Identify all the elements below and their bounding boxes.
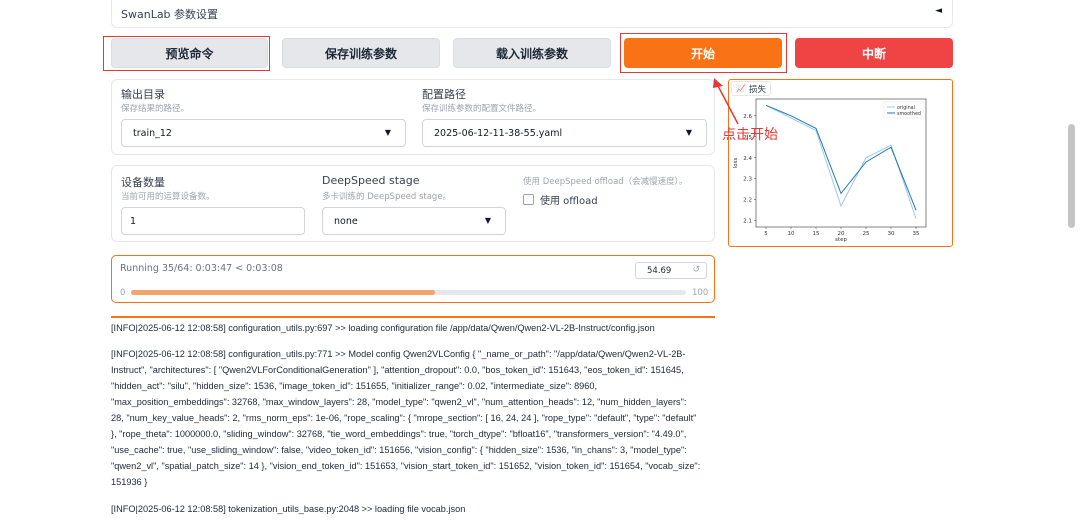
dropdown-arrow-icon: ▼ bbox=[685, 128, 692, 137]
device-count-input[interactable]: 1 bbox=[121, 207, 305, 235]
y-axis-label: loss bbox=[733, 158, 739, 169]
annotation-arrow bbox=[713, 78, 739, 125]
x-axis-label: step bbox=[835, 237, 847, 243]
x-tick-label: 25 bbox=[863, 231, 870, 237]
log-line: "max_position_embeddings": 32768, "max_w… bbox=[111, 397, 687, 407]
y-tick-label: 2.3 bbox=[743, 177, 752, 183]
loss-chart: 5 10 15 20 25 30 352.12.22.32.42.52.6steplosso… bbox=[733, 98, 927, 243]
progress-panel: Running 35/64: 0:03:47 < 0:03:08 54.69 ↺… bbox=[111, 255, 715, 303]
config-path-select[interactable]: 2025-06-12-11-38-55.yaml ▼ bbox=[422, 119, 707, 147]
log-line: "hidden_act": "silu", "hidden_size": 153… bbox=[111, 381, 598, 391]
log-line: [INFO|2025-06-12 12:08:58] tokenization_… bbox=[111, 504, 466, 514]
page-scrollbar[interactable] bbox=[1068, 124, 1075, 228]
progress-fill bbox=[131, 290, 435, 295]
x-tick-label: 35 bbox=[913, 231, 920, 237]
x-tick-label: 15 bbox=[813, 231, 820, 237]
device-count-label: 设备数量 bbox=[121, 176, 165, 189]
highlight-box bbox=[103, 36, 270, 71]
offload-checkbox[interactable] bbox=[523, 194, 534, 205]
progress-min: 0 bbox=[120, 288, 126, 298]
dropdown-arrow-icon: ▼ bbox=[484, 216, 491, 225]
collapse-caret-icon[interactable]: ◄ bbox=[935, 6, 942, 16]
legend-label: smoothed bbox=[897, 111, 921, 117]
accordion-title: SwanLab 参数设置 bbox=[121, 8, 219, 21]
log-line: [INFO|2025-06-12 12:08:58] configuration… bbox=[111, 323, 655, 333]
y-tick-label: 2.2 bbox=[743, 198, 752, 204]
legend-label: original bbox=[897, 105, 915, 111]
x-tick-label: 5 bbox=[764, 231, 768, 237]
progress-track[interactable] bbox=[131, 290, 686, 295]
device-panel: 设备数量 当前可用的运算设备数。 1 DeepSpeed stage 多卡训练的… bbox=[111, 165, 715, 242]
log-line: 151936 } bbox=[111, 477, 148, 487]
log-line: Instruct", "architectures": [ "Qwen2VLFo… bbox=[111, 365, 684, 375]
log-line: }, "rope_theta": 1000000.0, "sliding_win… bbox=[111, 429, 687, 439]
device-count-value: 1 bbox=[130, 216, 137, 227]
log-line: 28, "num_key_value_heads": 2, "rms_norm_… bbox=[111, 413, 697, 423]
log-line: "use_cache": true, "use_sliding_window":… bbox=[111, 445, 687, 455]
save-params-button[interactable]: 保存训练参数 bbox=[282, 38, 440, 68]
output-dir-hint: 保存结果的路径。 bbox=[121, 104, 190, 114]
series-line-smoothed bbox=[765, 104, 917, 211]
series-line-original bbox=[765, 104, 917, 219]
reset-icon[interactable]: ↺ bbox=[692, 265, 700, 275]
deepspeed-value: none bbox=[334, 216, 358, 227]
deepspeed-select[interactable]: none ▼ bbox=[322, 207, 506, 235]
output-dir-label: 输出目录 bbox=[121, 88, 165, 101]
progress-number-box[interactable]: 54.69 ↺ bbox=[635, 262, 707, 279]
config-path-label: 配置路径 bbox=[422, 88, 466, 101]
deepspeed-label: DeepSpeed stage bbox=[322, 174, 420, 187]
output-dir-value: train_12 bbox=[133, 128, 172, 139]
y-tick-label: 2.1 bbox=[743, 219, 752, 225]
log-line: [INFO|2025-06-12 12:08:58] configuration… bbox=[111, 349, 686, 359]
config-path-hint: 保存训练参数的配置文件路径。 bbox=[422, 104, 542, 114]
x-tick-label: 10 bbox=[788, 231, 795, 237]
swanlab-settings-accordion[interactable]: SwanLab 参数设置 ◄ bbox=[111, 0, 953, 28]
log-panel: [INFO|2025-06-12 12:08:58] configuration… bbox=[111, 316, 715, 522]
dropdown-arrow-icon: ▼ bbox=[384, 128, 391, 137]
output-dir-select[interactable]: train_12 ▼ bbox=[121, 119, 406, 147]
log-line: "qwen2_vl", "spatial_patch_size": 14 }, … bbox=[111, 461, 701, 471]
annotation-text: 点击开始 bbox=[722, 127, 778, 143]
progress-max: 100 bbox=[692, 288, 709, 298]
stop-button[interactable]: 中断 bbox=[795, 38, 953, 68]
deepspeed-hint: 多卡训练的 DeepSpeed stage。 bbox=[322, 192, 452, 202]
training-page: SwanLab 参数设置 ◄ 预览命令 保存训练参数 载入训练参数 开始 中断 … bbox=[0, 0, 1080, 522]
output-config-panel: 输出目录 保存结果的路径。 train_12 ▼ 配置路径 保存训练参数的配置文… bbox=[111, 79, 715, 155]
progress-status: Running 35/64: 0:03:47 < 0:03:08 bbox=[120, 263, 283, 274]
config-path-value: 2025-06-12-11-38-55.yaml bbox=[434, 128, 563, 139]
loss-chart-panel: 📈 损失 5 10 15 20 25 30 35 2.1 2.2 2.3 2.4 2.5 2.6 step… bbox=[728, 79, 953, 247]
y-tick-label: 2.4 bbox=[743, 156, 752, 162]
progress-value: 54.69 bbox=[647, 266, 672, 276]
load-params-button[interactable]: 载入训练参数 bbox=[453, 38, 611, 68]
offload-label[interactable]: 使用 offload bbox=[540, 192, 598, 207]
offload-hint: 使用 DeepSpeed offload（会减慢速度）。 bbox=[523, 177, 688, 187]
x-tick-label: 30 bbox=[888, 231, 895, 237]
highlight-box bbox=[620, 33, 787, 73]
device-count-hint: 当前可用的运算设备数。 bbox=[121, 192, 215, 202]
